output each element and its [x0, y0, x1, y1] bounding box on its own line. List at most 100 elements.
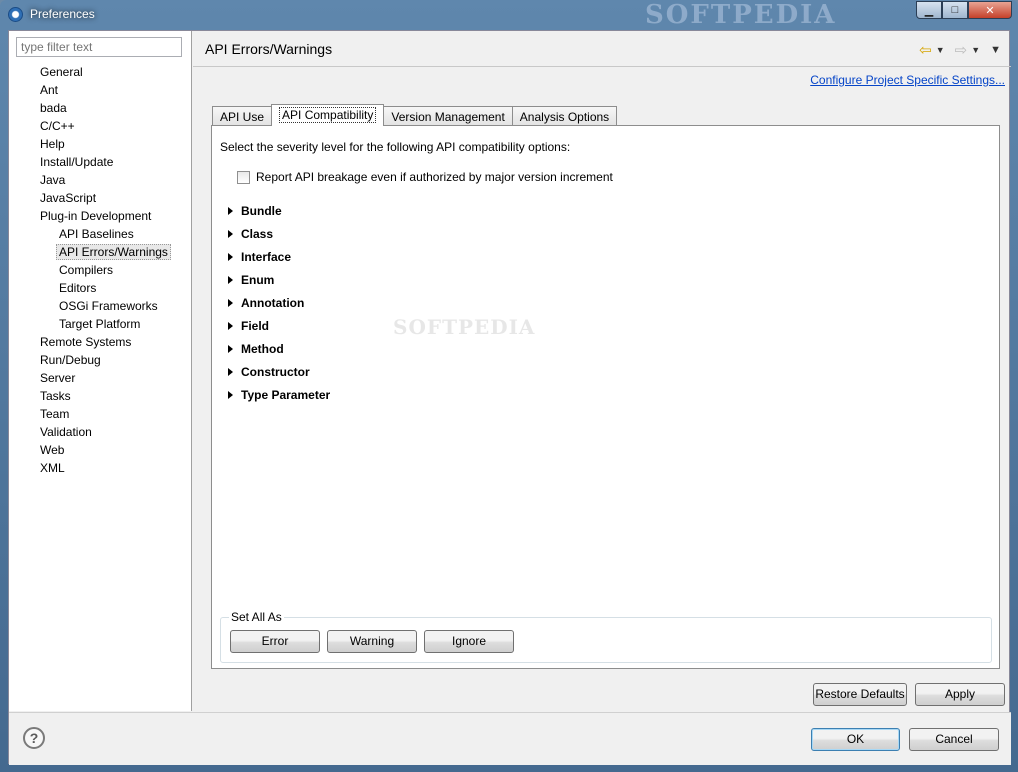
api-compatibility-panel: Select the severity level for the follow… [211, 125, 1000, 669]
sidebar-item[interactable]: Tasks [9, 387, 192, 405]
close-button[interactable]: ✕ [968, 1, 1012, 19]
expand-triangle-icon[interactable] [228, 344, 233, 353]
tab[interactable]: API Compatibility [271, 104, 385, 126]
section-label: Enum [241, 272, 275, 287]
tab-label: Version Management [391, 110, 505, 124]
eclipse-app-icon [8, 7, 23, 22]
expand-triangle-icon[interactable] [228, 252, 233, 261]
expand-triangle-icon[interactable] [228, 275, 233, 284]
tab-label: API Use [220, 110, 265, 124]
sidebar-item[interactable]: Web [9, 441, 192, 459]
sidebar-item-label: Web [40, 443, 65, 457]
tab[interactable]: Analysis Options [511, 106, 618, 126]
sidebar-item[interactable]: Ant [9, 81, 192, 99]
sidebar-item-label: Remote Systems [40, 335, 132, 349]
sidebar-item[interactable]: Remote Systems [9, 333, 192, 351]
tab[interactable]: API Use [212, 106, 273, 126]
sidebar-item[interactable]: Compilers [9, 261, 192, 279]
minimize-button[interactable]: ▁ [916, 1, 942, 19]
section-expander[interactable]: Enum [228, 268, 330, 291]
set-all-ignore-button[interactable]: Ignore [424, 630, 514, 653]
sidebar-item-label: Validation [40, 425, 92, 439]
cancel-button[interactable]: Cancel [909, 728, 999, 751]
sidebar-item[interactable]: bada [9, 99, 192, 117]
severity-sections: Bundle Class Interface Enum Annotation Field M… [228, 199, 330, 406]
sidebar-item[interactable]: General [9, 63, 192, 81]
apply-button[interactable]: Apply [915, 683, 1005, 706]
sidebar-item[interactable]: Plug-in Development [9, 207, 192, 225]
section-expander[interactable]: Annotation [228, 291, 330, 314]
title-bar[interactable]: Preferences SOFTPEDIA ▁ □ ✕ [0, 0, 1018, 30]
section-expander[interactable]: Class [228, 222, 330, 245]
sidebar-item[interactable]: JavaScript [9, 189, 192, 207]
section-label: Bundle [241, 203, 282, 218]
sidebar-item[interactable]: OSGi Frameworks [9, 297, 192, 315]
sidebar-item-label: API Errors/Warnings [56, 244, 171, 260]
sidebar-item[interactable]: API Baselines [9, 225, 192, 243]
section-expander[interactable]: Method [228, 337, 330, 360]
sidebar-item[interactable]: API Errors/Warnings [9, 243, 192, 261]
expand-triangle-icon[interactable] [228, 367, 233, 376]
section-label: Constructor [241, 364, 310, 379]
sidebar-item-label: Compilers [59, 263, 114, 277]
sidebar-item-label: C/C++ [40, 119, 75, 133]
expand-triangle-icon[interactable] [228, 390, 233, 399]
section-expander[interactable]: Interface [228, 245, 330, 268]
section-expander[interactable]: Field [228, 314, 330, 337]
sidebar-item-label: Install/Update [40, 155, 114, 169]
help-icon[interactable]: ? [23, 727, 45, 749]
description-text: Select the severity level for the follow… [220, 140, 571, 154]
preferences-tree: General Ant bada C/C++ Help Install/Update Jav… [9, 63, 192, 477]
section-label: Field [241, 318, 270, 333]
preferences-window: Preferences SOFTPEDIA ▁ □ ✕ General Ant ba… [0, 0, 1018, 772]
sidebar-item-label: General [40, 65, 83, 79]
view-menu-icon[interactable]: ▼ [990, 44, 1001, 56]
sidebar-item[interactable]: Target Platform [9, 315, 192, 333]
tab[interactable]: Version Management [383, 106, 513, 126]
set-all-legend: Set All As [229, 610, 284, 624]
expand-triangle-icon[interactable] [228, 206, 233, 215]
report-breakage-option[interactable]: Report API breakage even if authorized b… [237, 170, 613, 184]
sidebar-item[interactable]: XML [9, 459, 192, 477]
sidebar-item-label: JavaScript [40, 191, 97, 205]
section-expander[interactable]: Constructor [228, 360, 330, 383]
sidebar-item[interactable]: Run/Debug [9, 351, 192, 369]
sidebar-item[interactable]: Team [9, 405, 192, 423]
sidebar-item-label: Help [40, 137, 65, 151]
sidebar-item[interactable]: Java [9, 171, 192, 189]
ok-button[interactable]: OK [811, 728, 900, 751]
section-label: Annotation [241, 295, 305, 310]
set-all-error-button[interactable]: Error [230, 630, 320, 653]
restore-defaults-button[interactable]: Restore Defaults [813, 683, 907, 706]
report-breakage-checkbox[interactable] [237, 170, 250, 184]
section-expander[interactable]: Bundle [228, 199, 330, 222]
expand-triangle-icon[interactable] [228, 298, 233, 307]
dialog-client-area: General Ant bada C/C++ Help Install/Update Jav… [8, 30, 1011, 765]
back-arrow-icon[interactable]: ⇦ [919, 41, 932, 59]
sidebar-item[interactable]: Validation [9, 423, 192, 441]
maximize-button[interactable]: □ [942, 1, 968, 19]
forward-arrow-icon[interactable]: ⇨ [955, 41, 968, 59]
sidebar-item[interactable]: Editors [9, 279, 192, 297]
section-label: Class [241, 226, 274, 241]
forward-dropdown-icon[interactable]: ▼ [971, 45, 980, 55]
expand-triangle-icon[interactable] [228, 229, 233, 238]
tab-label: API Compatibility [279, 107, 377, 123]
sidebar-item-label: Team [40, 407, 70, 421]
window-controls: ▁ □ ✕ [916, 1, 1012, 19]
back-dropdown-icon[interactable]: ▼ [936, 45, 945, 55]
sidebar-item[interactable]: Server [9, 369, 192, 387]
sidebar-item[interactable]: C/C++ [9, 117, 192, 135]
page-title: API Errors/Warnings [205, 41, 333, 57]
set-all-warning-button[interactable]: Warning [327, 630, 417, 653]
sidebar-item[interactable]: Install/Update [9, 153, 192, 171]
sidebar-item[interactable]: Help [9, 135, 192, 153]
expand-triangle-icon[interactable] [228, 321, 233, 330]
section-expander[interactable]: Type Parameter [228, 383, 330, 406]
filter-input[interactable] [16, 37, 182, 57]
configure-project-settings-link[interactable]: Configure Project Specific Settings... [810, 73, 1005, 87]
window-title: Preferences [30, 7, 95, 21]
sidebar-item-label: Plug-in Development [40, 209, 152, 223]
set-all-group: Set All As Error Warning Ignore [220, 610, 992, 663]
tab-bar: API Use API Compatibility Version Manageme… [212, 104, 618, 126]
